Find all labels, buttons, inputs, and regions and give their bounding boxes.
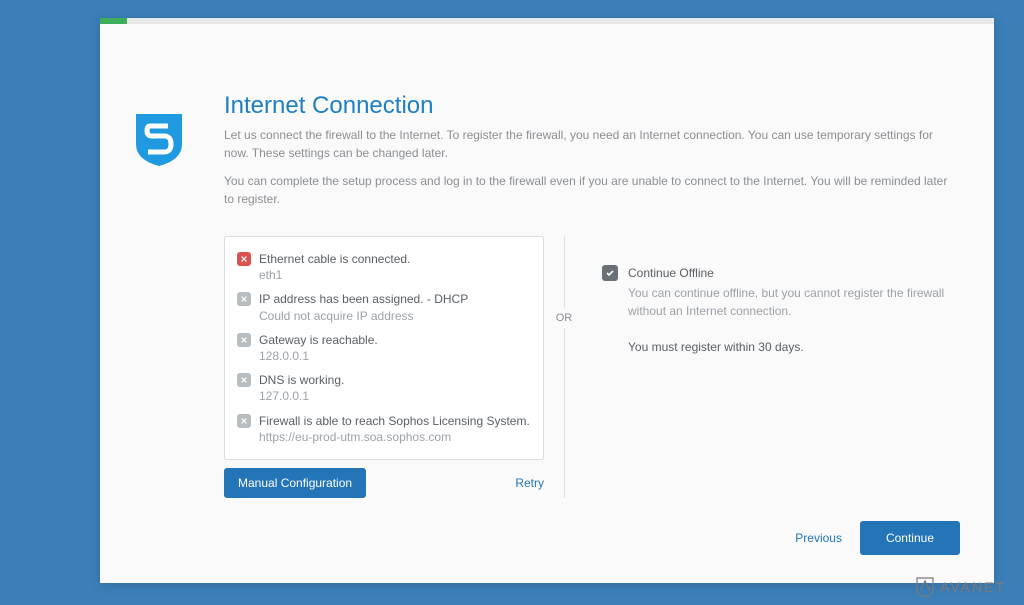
- status-label: IP address has been assigned. - DHCP: [259, 291, 531, 307]
- divider-line: [564, 236, 565, 498]
- offline-column: Continue Offline You can continue offlin…: [584, 236, 960, 498]
- status-detail: https://eu-prod-utm.soa.sophos.com: [259, 429, 531, 445]
- status-text: Gateway is reachable.128.0.0.1: [259, 332, 531, 364]
- footer-buttons: Previous Continue: [795, 521, 960, 555]
- intro-paragraph-2: You can complete the setup process and l…: [224, 172, 960, 208]
- offline-title: Continue Offline: [628, 264, 960, 282]
- status-label: DNS is working.: [259, 372, 531, 388]
- x-icon: [237, 373, 251, 387]
- status-text: Ethernet cable is connected.eth1: [259, 251, 531, 283]
- offline-description: You can continue offline, but you cannot…: [628, 284, 960, 320]
- continue-button[interactable]: Continue: [860, 521, 960, 555]
- header-text: Internet Connection Let us connect the f…: [224, 92, 960, 218]
- x-icon: [237, 252, 251, 266]
- left-button-row: Manual Configuration Retry: [224, 468, 544, 498]
- status-item-2: Gateway is reachable.128.0.0.1: [237, 328, 531, 368]
- status-text: IP address has been assigned. - DHCPCoul…: [259, 291, 531, 323]
- status-label: Gateway is reachable.: [259, 332, 531, 348]
- status-item-4: Firewall is able to reach Sophos Licensi…: [237, 409, 531, 449]
- status-detail: 127.0.0.1: [259, 388, 531, 404]
- watermark: AVANET: [916, 577, 1006, 597]
- offline-note: You must register within 30 days.: [628, 338, 960, 356]
- setup-window: Internet Connection Let us connect the f…: [100, 18, 994, 583]
- content-area: Internet Connection Let us connect the f…: [100, 24, 994, 583]
- header-row: Internet Connection Let us connect the f…: [100, 24, 994, 218]
- avanet-logo-icon: [916, 577, 934, 597]
- status-item-1: IP address has been assigned. - DHCPCoul…: [237, 287, 531, 327]
- status-detail: eth1: [259, 267, 531, 283]
- continue-offline-checkbox[interactable]: [602, 265, 618, 281]
- status-column: Ethernet cable is connected.eth1 IP addre…: [224, 236, 544, 498]
- page-title: Internet Connection: [224, 92, 960, 120]
- previous-button[interactable]: Previous: [795, 523, 842, 553]
- status-text: Firewall is able to reach Sophos Licensi…: [259, 413, 531, 445]
- status-text: DNS is working.127.0.0.1: [259, 372, 531, 404]
- status-item-0: Ethernet cable is connected.eth1: [237, 247, 531, 287]
- main-row: Ethernet cable is connected.eth1 IP addre…: [100, 218, 994, 498]
- retry-button[interactable]: Retry: [515, 468, 544, 498]
- x-icon: [237, 292, 251, 306]
- offline-text-block: Continue Offline You can continue offlin…: [628, 264, 960, 356]
- status-detail: Could not acquire IP address: [259, 308, 531, 324]
- x-icon: [237, 414, 251, 428]
- logo-column: [134, 92, 224, 218]
- status-item-3: DNS is working.127.0.0.1: [237, 368, 531, 408]
- sophos-shield-icon: [134, 112, 184, 167]
- manual-configuration-button[interactable]: Manual Configuration: [224, 468, 366, 498]
- status-label: Ethernet cable is connected.: [259, 251, 531, 267]
- intro-paragraph-1: Let us connect the firewall to the Inter…: [224, 126, 960, 162]
- divider-column: OR: [544, 236, 584, 498]
- watermark-text: AVANET: [940, 579, 1006, 595]
- x-icon: [237, 333, 251, 347]
- offline-row: Continue Offline You can continue offlin…: [602, 236, 960, 356]
- status-label: Firewall is able to reach Sophos Licensi…: [259, 413, 531, 429]
- divider-or-label: OR: [556, 308, 573, 328]
- status-detail: 128.0.0.1: [259, 348, 531, 364]
- checkmark-icon: [605, 268, 615, 278]
- status-card: Ethernet cable is connected.eth1 IP addre…: [224, 236, 544, 460]
